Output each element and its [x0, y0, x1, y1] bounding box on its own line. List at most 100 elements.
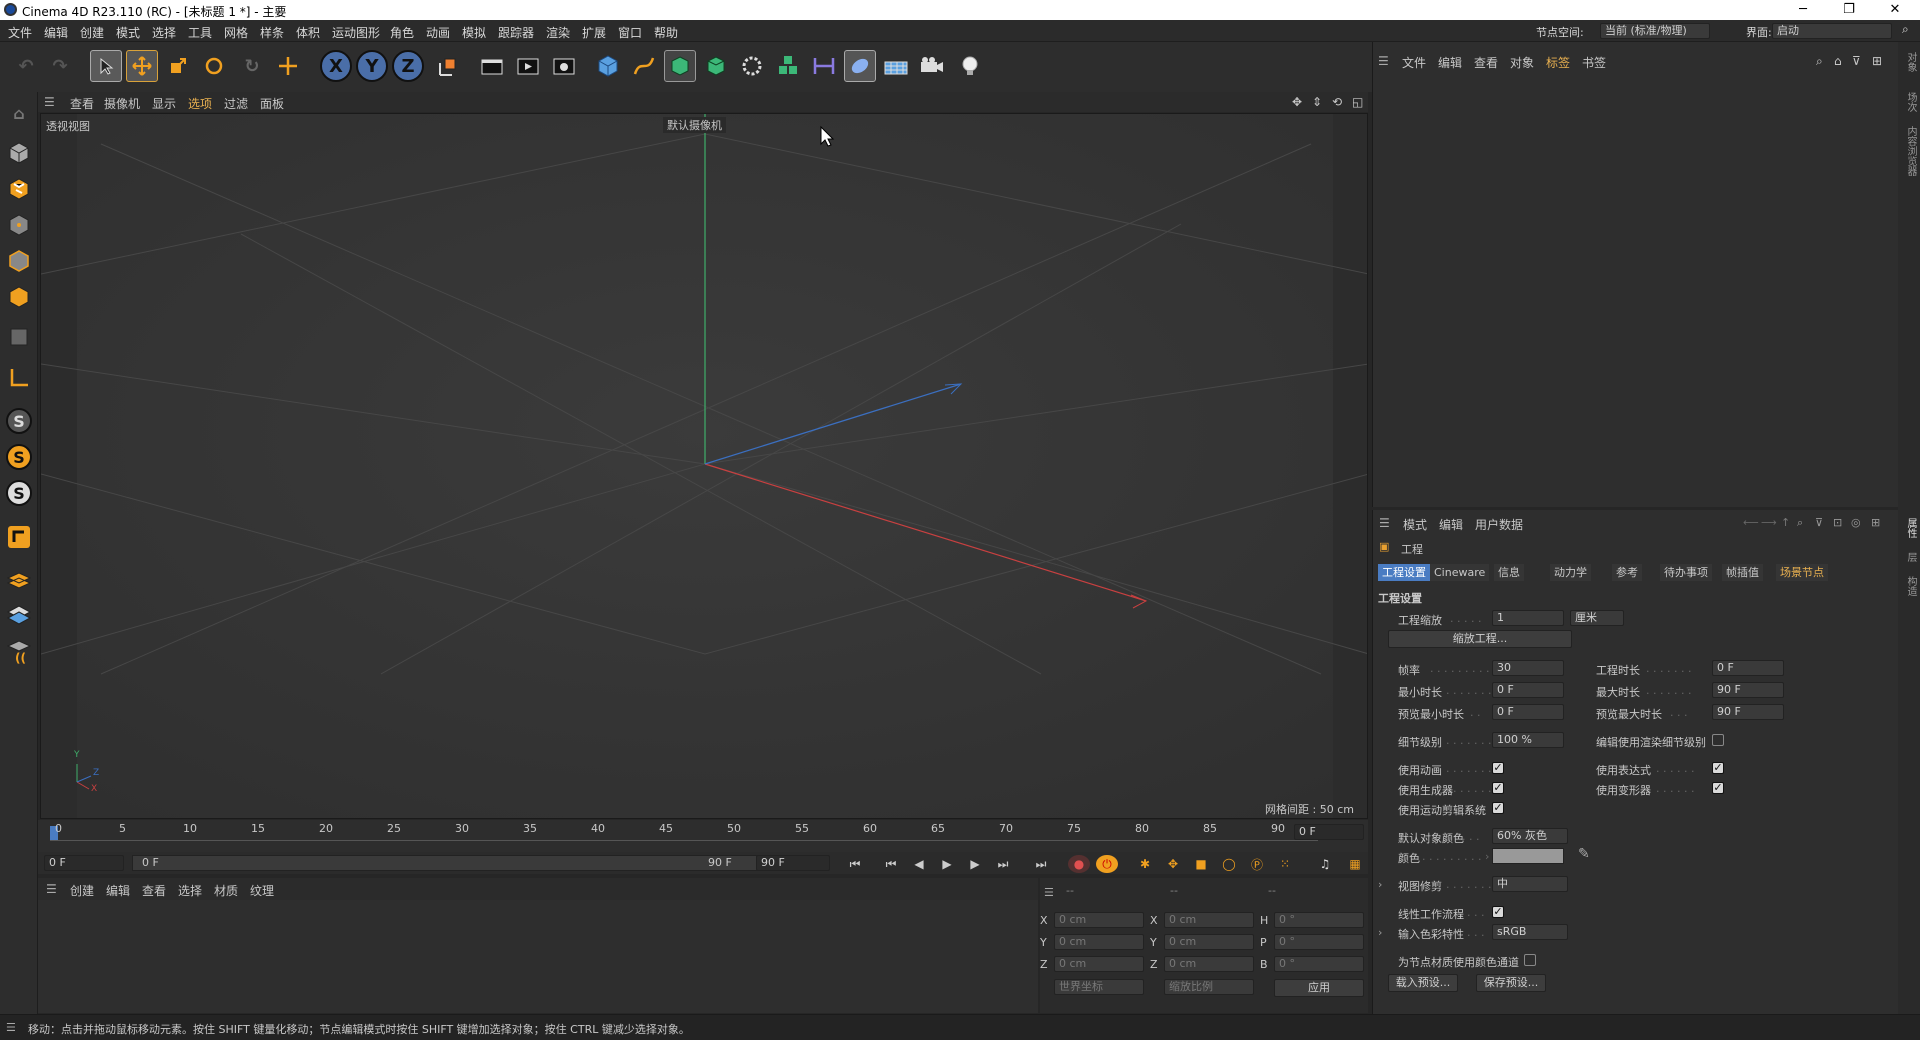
menu-tracker[interactable]: 跟踪器: [498, 24, 534, 41]
scale-project-button[interactable]: 缩放工程...: [1388, 630, 1572, 648]
menu-simulate[interactable]: 模拟: [462, 24, 486, 41]
keyframe-selection-icon[interactable]: ✱: [1134, 855, 1156, 873]
end-frame-field[interactable]: 90 F: [756, 855, 830, 871]
object-search-icon[interactable]: ⌕: [1816, 54, 1823, 69]
rotation-b-field[interactable]: 0 °: [1274, 956, 1364, 972]
eyedropper-icon[interactable]: ✎: [1578, 846, 1590, 862]
position-x-field[interactable]: 0 cm: [1054, 912, 1144, 928]
rotation-h-field[interactable]: 0 °: [1274, 912, 1364, 928]
key-parameter-icon[interactable]: Ⓟ: [1246, 855, 1268, 873]
tab-project-settings[interactable]: 工程设置: [1378, 564, 1430, 581]
live-select-icon[interactable]: [90, 50, 122, 82]
strip-tab-attributes[interactable]: 属性: [1903, 518, 1918, 538]
snap-icon[interactable]: S: [4, 406, 34, 436]
key-position-icon[interactable]: ✥: [1162, 855, 1184, 873]
tab-key-interpolation[interactable]: 帧插值: [1722, 564, 1763, 581]
viewport-menu-cameras[interactable]: 摄像机: [104, 95, 140, 112]
floor-scene-icon[interactable]: [880, 50, 912, 82]
object-menu-view[interactable]: 查看: [1474, 54, 1498, 71]
material-menu-select[interactable]: 选择: [178, 882, 202, 899]
menu-extensions[interactable]: 扩展: [582, 24, 606, 41]
input-color-expand-icon[interactable]: ›: [1378, 926, 1382, 939]
light-icon[interactable]: [954, 50, 986, 82]
material-menu-view[interactable]: 查看: [142, 882, 166, 899]
attr-menu-user-data[interactable]: 用户数据: [1475, 516, 1523, 533]
move-tool-icon[interactable]: [126, 50, 158, 82]
strip-tab-structure[interactable]: 构造: [1903, 576, 1918, 596]
perspective-viewport[interactable]: 透视视图 默认摄像机 网格间距 : 50 cm Y X Z: [40, 113, 1368, 819]
interface-dropdown[interactable]: 启动: [1772, 23, 1892, 39]
attr-menu-mode[interactable]: 模式: [1403, 516, 1427, 533]
world-axis-icon[interactable]: [272, 50, 304, 82]
menu-character[interactable]: 角色: [390, 24, 414, 41]
save-preset-button[interactable]: 保存预设...: [1476, 974, 1546, 992]
attr-new-window-icon[interactable]: ⊞: [1871, 516, 1880, 529]
menu-help[interactable]: 帮助: [654, 24, 678, 41]
viewport-menu-filter[interactable]: 过滤: [224, 95, 248, 112]
bend-deformer-icon[interactable]: [808, 50, 840, 82]
viewport-zoom-icon[interactable]: ⇕: [1312, 95, 1322, 109]
uv-mode-icon[interactable]: [4, 322, 34, 352]
lod-field[interactable]: 100 %: [1492, 732, 1564, 748]
axis-mode-icon[interactable]: [4, 362, 34, 392]
preview-range-slider[interactable]: [132, 855, 778, 871]
scale-z-field[interactable]: 0 cm: [1164, 956, 1254, 972]
default-color-dropdown[interactable]: 60% 灰色: [1492, 828, 1568, 844]
scale-mode-dropdown[interactable]: 缩放比例: [1164, 979, 1254, 995]
camera-icon[interactable]: [916, 50, 948, 82]
object-menu-tags[interactable]: 标签: [1546, 54, 1570, 71]
menu-render[interactable]: 渲染: [546, 24, 570, 41]
attr-forward-icon[interactable]: ⟶: [1761, 516, 1777, 529]
next-key-icon[interactable]: ⏭: [992, 855, 1014, 873]
use-animation-checkbox[interactable]: ✓: [1492, 762, 1504, 774]
menu-mograph[interactable]: 运动图形: [332, 24, 380, 41]
locked-workplane-icon[interactable]: [4, 600, 34, 630]
attr-filter-icon[interactable]: ⊽: [1815, 516, 1823, 529]
render-view-icon[interactable]: [476, 50, 508, 82]
tab-referencing[interactable]: 参考: [1612, 564, 1642, 581]
key-pla-icon[interactable]: ⁙: [1274, 855, 1296, 873]
max-time-field[interactable]: 90 F: [1712, 682, 1784, 698]
material-area[interactable]: [38, 900, 1038, 1013]
attr-lock-icon[interactable]: ⊡: [1833, 516, 1842, 529]
viewport-maximize-icon[interactable]: ◱: [1352, 95, 1363, 109]
load-preset-button[interactable]: 载入预设...: [1388, 974, 1458, 992]
position-y-field[interactable]: 0 cm: [1054, 934, 1144, 950]
subdivision-surface-icon[interactable]: [664, 50, 696, 82]
solo-icon[interactable]: ((: [4, 636, 34, 666]
go-to-end-icon[interactable]: ⏭: [1030, 855, 1052, 873]
scale-x-field[interactable]: 0 cm: [1164, 912, 1254, 928]
object-menu-bookmarks[interactable]: 书签: [1582, 54, 1606, 71]
timeline-layout-icon[interactable]: ▦: [1344, 855, 1366, 873]
previous-frame-icon[interactable]: ◀: [908, 855, 930, 873]
rotate-tool-icon[interactable]: [198, 50, 230, 82]
motion-sound-icon[interactable]: ♫: [1314, 855, 1336, 873]
menu-animate[interactable]: 动画: [426, 24, 450, 41]
active-camera-label[interactable]: 默认摄像机: [663, 117, 726, 133]
tab-todo[interactable]: 待办事项: [1660, 564, 1712, 581]
point-mode-icon[interactable]: [4, 210, 34, 240]
key-rotation-icon[interactable]: ◯: [1218, 855, 1240, 873]
project-scale-field[interactable]: 1: [1492, 610, 1564, 626]
snap-enable-icon[interactable]: S: [4, 442, 34, 472]
viewport-move-icon[interactable]: ✥: [1292, 95, 1302, 109]
attr-up-icon[interactable]: ↑: [1781, 516, 1790, 529]
use-generators-checkbox[interactable]: ✓: [1492, 782, 1504, 794]
key-scale-icon[interactable]: ■: [1190, 855, 1212, 873]
node-space-dropdown[interactable]: 当前 (标准/物理): [1600, 23, 1710, 39]
search-icon[interactable]: ⌕: [1902, 22, 1909, 37]
input-color-profile-dropdown[interactable]: sRGB: [1492, 924, 1568, 940]
material-menu-edit[interactable]: 编辑: [106, 882, 130, 899]
material-menu-material[interactable]: 材质: [214, 882, 238, 899]
tab-cineware[interactable]: Cineware: [1430, 564, 1490, 581]
menu-window[interactable]: 窗口: [618, 24, 642, 41]
object-filter-icon[interactable]: ⊽: [1852, 54, 1861, 68]
attr-search-icon[interactable]: ⌕: [1797, 516, 1803, 530]
render-lod-checkbox[interactable]: [1712, 734, 1724, 746]
material-hamburger-icon[interactable]: ☰: [46, 882, 57, 896]
render-settings-icon[interactable]: [548, 50, 580, 82]
pen-spline-icon[interactable]: [628, 50, 660, 82]
tab-info[interactable]: 信息: [1494, 564, 1524, 581]
record-active-icon[interactable]: ●: [1068, 855, 1090, 873]
material-menu-create[interactable]: 创建: [70, 882, 94, 899]
